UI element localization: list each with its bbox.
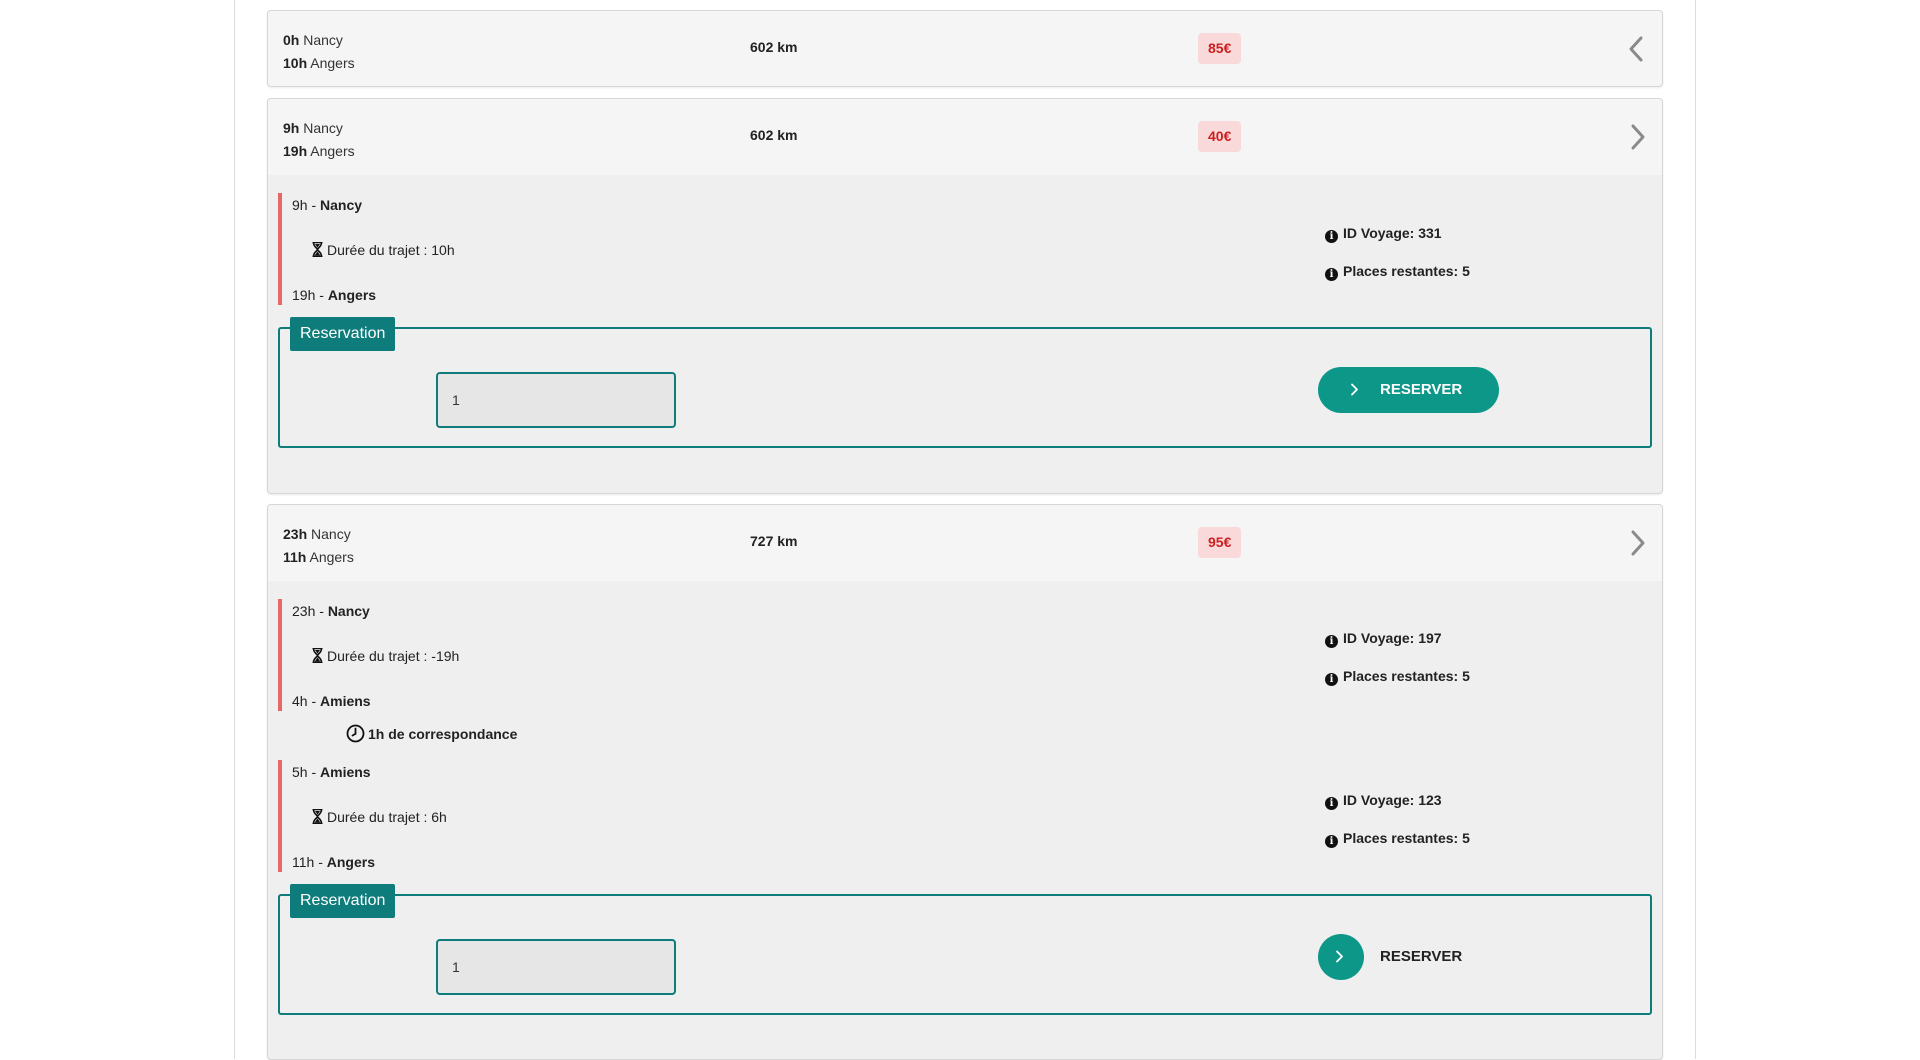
segment-duration-label: Durée du trajet : 6h — [327, 809, 447, 825]
price-badge: 95€ — [1198, 527, 1242, 558]
reservation-legend: Reservation — [290, 884, 396, 918]
trip-card: 9h Nancy 19h Angers 602 km 40€ 9h - Nanc… — [267, 98, 1663, 494]
departure-city: Nancy — [311, 526, 351, 542]
segment-duration: Durée du trajet : 10h — [312, 242, 455, 258]
trip-header[interactable]: 9h Nancy 19h Angers 602 km 40€ — [268, 99, 1662, 175]
hourglass-icon — [312, 648, 323, 663]
segment-arrival: 19h - Angers — [292, 287, 376, 303]
seats-input[interactable] — [436, 939, 676, 995]
segment-departure-time: 9h - — [292, 197, 317, 213]
connection-label: 1h de correspondance — [368, 726, 518, 742]
reserve-button-label: RESERVER — [1380, 948, 1463, 965]
departure-time: 23h — [283, 526, 308, 542]
segment-departure-city: Amiens — [320, 764, 371, 780]
segment-departure-city: Nancy — [320, 197, 363, 213]
places-restantes-text: Places restantes: 5 — [1343, 263, 1470, 279]
id-voyage: i ID Voyage: 331 — [1325, 225, 1442, 243]
arrival-time: 10h — [283, 55, 308, 71]
id-voyage-text: ID Voyage: 197 — [1343, 630, 1442, 646]
seats-input[interactable] — [436, 372, 676, 428]
departure-time: 9h — [283, 120, 300, 136]
trip-times: 0h Nancy 10h Angers — [283, 29, 355, 75]
places-restantes: i Places restantes: 5 — [1325, 263, 1470, 281]
segment-arrival: 11h - Angers — [292, 854, 375, 870]
id-voyage-text: ID Voyage: 123 — [1343, 792, 1442, 808]
segment-departure: 5h - Amiens — [292, 764, 371, 780]
segment-arrival-time: 11h - — [292, 854, 323, 870]
trip-distance: 727 km — [750, 533, 798, 549]
arrival-city: Angers — [310, 55, 355, 71]
trip-distance: 602 km — [750, 39, 798, 55]
segment-arrival-time: 19h - — [292, 287, 324, 303]
info-circle-icon: i — [1325, 230, 1338, 243]
info-circle-icon: i — [1325, 835, 1338, 848]
segment-departure-time: 23h - — [292, 603, 324, 619]
arrival-city: Angers — [310, 143, 355, 159]
segment-arrival: 4h - Amiens — [292, 693, 371, 709]
reservation-legend: Reservation — [290, 317, 396, 351]
reservation-form: Reservation RESERVER — [278, 317, 1652, 448]
reserve-button-circle — [1318, 934, 1364, 980]
clock-icon — [346, 724, 365, 743]
places-restantes: i Places restantes: 5 — [1325, 668, 1470, 686]
places-restantes-text: Places restantes: 5 — [1343, 668, 1470, 684]
reserve-button-label: RESERVER — [1380, 381, 1463, 398]
arrival-city: Angers — [309, 549, 354, 565]
segment-duration: Durée du trajet : 6h — [312, 809, 447, 825]
chevron-right-icon[interactable] — [1626, 529, 1648, 557]
chevron-right-icon[interactable] — [1626, 123, 1648, 151]
segment-duration-label: Durée du trajet : -19h — [327, 648, 460, 664]
reserve-button[interactable]: RESERVER — [1318, 934, 1499, 980]
departure-city: Nancy — [303, 120, 343, 136]
reserve-button[interactable]: RESERVER — [1318, 367, 1499, 413]
price-badge: 85€ — [1198, 33, 1242, 64]
places-restantes: i Places restantes: 5 — [1325, 830, 1470, 848]
id-voyage: i ID Voyage: 123 — [1325, 792, 1442, 810]
hourglass-icon — [312, 242, 323, 257]
trip-card: 23h Nancy 11h Angers 727 km 95€ 23h - Na… — [267, 504, 1663, 1060]
trip-distance: 602 km — [750, 127, 798, 143]
id-voyage-text: ID Voyage: 331 — [1343, 225, 1442, 241]
segment-departure-city: Nancy — [327, 603, 370, 619]
segment-timeline: 23h - Nancy Durée du trajet : -19h 4h - … — [278, 599, 882, 711]
segment-departure: 23h - Nancy — [292, 603, 370, 619]
segment-timeline: 5h - Amiens Durée du trajet : 6h 11h - A… — [278, 760, 882, 872]
info-circle-icon: i — [1325, 797, 1338, 810]
chevron-right-icon — [1336, 950, 1343, 963]
arrival-time: 19h — [283, 143, 308, 159]
segment-arrival-city: Angers — [327, 287, 377, 303]
segment-arrival-city: Angers — [326, 854, 375, 870]
segment-duration: Durée du trajet : -19h — [312, 648, 459, 664]
segment-arrival-city: Amiens — [320, 693, 371, 709]
trip-times: 23h Nancy 11h Angers — [283, 523, 354, 569]
segment-timeline: 9h - Nancy Durée du trajet : 10h 19h - A… — [278, 193, 882, 305]
segment-departure-time: 5h - — [292, 764, 317, 780]
price-badge: 40€ — [1198, 121, 1242, 152]
trip-header[interactable]: 23h Nancy 11h Angers 727 km 95€ — [268, 505, 1662, 581]
arrival-time: 11h — [283, 549, 307, 565]
id-voyage: i ID Voyage: 197 — [1325, 630, 1442, 648]
results-container: 0h Nancy 10h Angers 602 km 85€ 9h Nancy … — [234, 0, 1696, 1060]
segment-arrival-time: 4h - — [292, 693, 317, 709]
info-circle-icon: i — [1325, 268, 1338, 281]
places-restantes-text: Places restantes: 5 — [1343, 830, 1470, 846]
trip-times: 9h Nancy 19h Angers — [283, 117, 355, 163]
trip-header[interactable]: 0h Nancy 10h Angers 602 km 85€ — [268, 11, 1662, 86]
departure-city: Nancy — [303, 32, 343, 48]
segment-departure: 9h - Nancy — [292, 197, 362, 213]
reservation-form: Reservation RESERVER — [278, 884, 1652, 1015]
departure-time: 0h — [283, 32, 300, 48]
chevron-right-icon — [1351, 383, 1358, 396]
segment-duration-label: Durée du trajet : 10h — [327, 242, 455, 258]
hourglass-icon — [312, 809, 323, 824]
connection-info: 1h de correspondance — [346, 724, 517, 743]
info-circle-icon: i — [1325, 635, 1338, 648]
chevron-left-icon[interactable] — [1626, 35, 1648, 63]
info-circle-icon: i — [1325, 673, 1338, 686]
trip-card: 0h Nancy 10h Angers 602 km 85€ — [267, 10, 1663, 87]
